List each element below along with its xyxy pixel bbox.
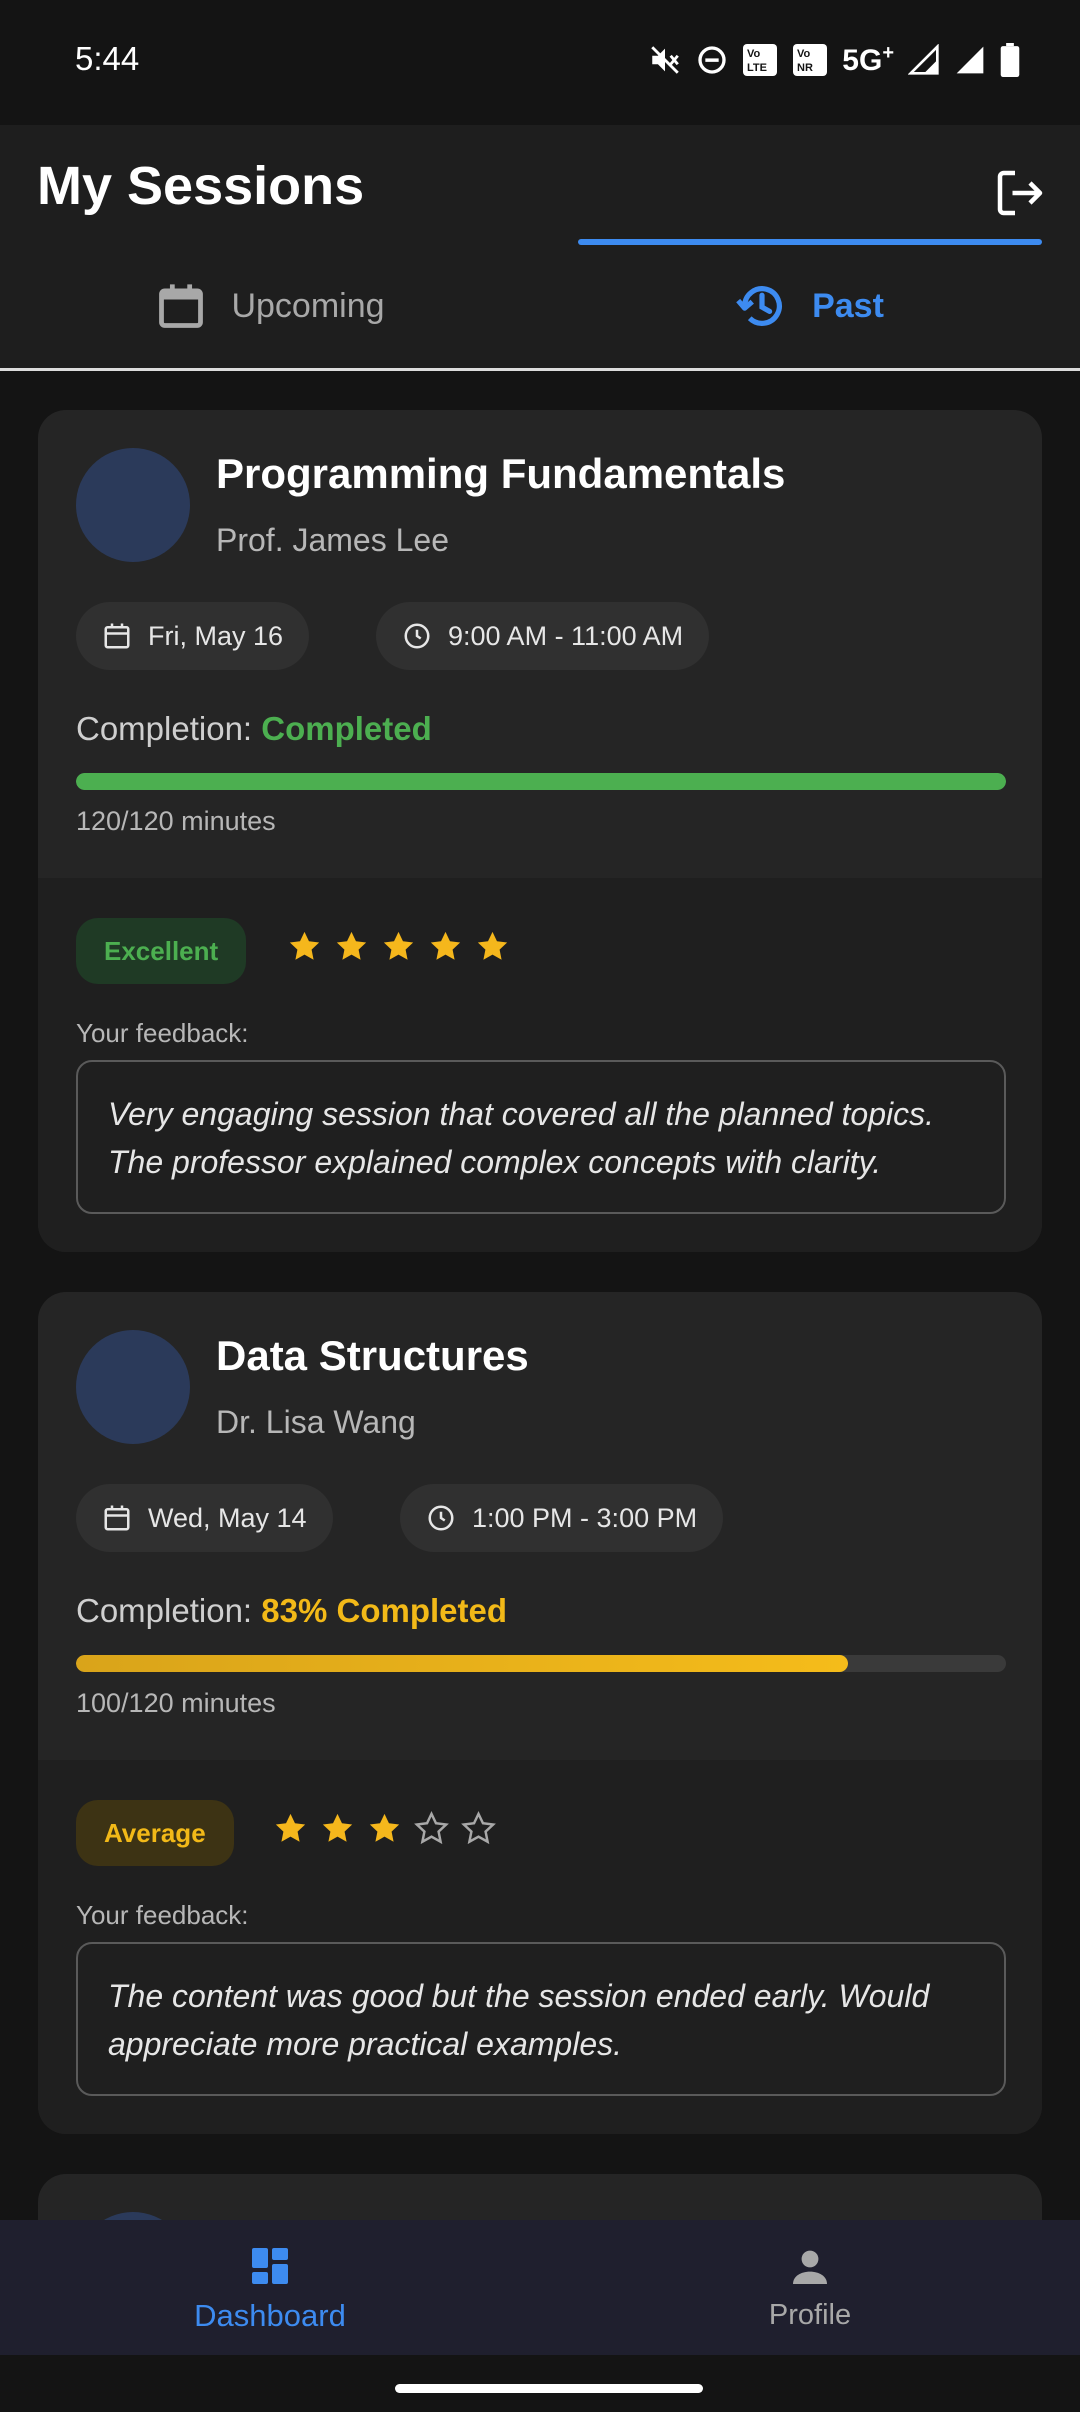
feedback-text: Very engaging session that covered all t…	[76, 1060, 1006, 1214]
session-date: Wed, May 14	[148, 1502, 307, 1533]
calendar-icon	[104, 623, 130, 649]
completion-status: Completed	[261, 710, 432, 747]
volte-text-bottom: LTE	[747, 62, 767, 74]
mute-icon	[648, 43, 682, 77]
completion-text: Completion: 83% Completed	[76, 1592, 507, 1630]
nav-dashboard[interactable]: Dashboard	[0, 2220, 540, 2355]
feedback-label: Your feedback:	[76, 1900, 249, 1930]
session-card[interactable]: Programming Fundamentals Prof. James Lee…	[38, 410, 1042, 1252]
tab-divider	[0, 368, 1080, 371]
avatar	[76, 448, 190, 562]
star-rating	[272, 1810, 497, 1847]
instructor-name: Prof. James Lee	[216, 522, 449, 558]
network-type-plus: +	[882, 42, 894, 64]
completion-label: Completion:	[76, 1592, 253, 1629]
app-bar: My Sessions Upcoming Past	[0, 125, 1080, 370]
star-filled-icon	[477, 931, 508, 960]
time-chip: 1:00 PM - 3:00 PM	[400, 1484, 724, 1552]
star-filled-icon	[289, 931, 320, 960]
vonr-text-bottom: NR	[797, 62, 813, 74]
nav-profile[interactable]: Profile	[540, 2220, 1080, 2355]
completion-label: Completion:	[76, 710, 253, 747]
history-icon	[736, 286, 782, 326]
star-empty-icon	[414, 1810, 449, 1845]
status-time: 5:44	[75, 40, 140, 77]
calendar-icon	[159, 284, 204, 328]
progress-bar	[76, 773, 1006, 790]
status-bar: 5:44 Vo LTE Vo NR 5G+	[0, 0, 1080, 125]
star-filled-icon	[383, 931, 414, 960]
gesture-handle[interactable]	[395, 2384, 703, 2393]
logout-icon	[997, 170, 1043, 216]
time-chip: 9:00 AM - 11:00 AM	[376, 602, 710, 670]
feedback-section: Average Your feedback: The content was g…	[38, 1760, 1042, 2134]
star-empty-icon	[461, 1810, 496, 1845]
vonr-text-top: Vo	[797, 48, 811, 60]
status-icons: Vo LTE Vo NR 5G+	[648, 42, 1020, 78]
minutes-attended: 120/120 minutes	[76, 806, 276, 836]
person-icon	[793, 2250, 827, 2284]
rating-badge: Excellent	[76, 918, 247, 984]
avatar	[76, 1330, 190, 1444]
session-date: Fri, May 16	[148, 620, 284, 651]
session-time: 1:00 PM - 3:00 PM	[472, 1502, 698, 1533]
star-rating	[286, 928, 511, 965]
bottom-navigation: Dashboard Profile	[0, 2220, 1080, 2355]
clock-icon	[428, 1505, 454, 1531]
tab-upcoming-label: Upcoming	[231, 286, 385, 325]
feedback-label: Your feedback:	[76, 1018, 249, 1048]
completion-status: 83% Completed	[261, 1592, 507, 1629]
network-type-label: 5G	[842, 44, 883, 77]
feedback-text: The content was good but the session end…	[76, 1942, 1006, 2096]
rating-badge: Average	[76, 1800, 234, 1866]
calendar-icon	[104, 1505, 130, 1531]
session-card[interactable]: Data Structures Dr. Lisa Wang Wed, May 1…	[38, 1292, 1042, 2134]
clock-icon	[404, 623, 430, 649]
tab-bar: Upcoming Past	[0, 245, 1080, 367]
star-filled-icon	[322, 1813, 353, 1842]
signal-icon-2	[954, 44, 986, 76]
minutes-attended: 100/120 minutes	[76, 1688, 276, 1718]
nav-profile-label: Profile	[768, 2299, 852, 2331]
tab-past[interactable]: Past	[540, 245, 1080, 367]
vonr-icon: Vo NR	[792, 43, 828, 77]
dashboard-icon	[252, 2247, 288, 2284]
session-title: Programming Fundamentals	[216, 450, 786, 497]
date-chip: Fri, May 16	[76, 602, 310, 670]
tab-past-label: Past	[812, 286, 884, 325]
instructor-name: Dr. Lisa Wang	[216, 1404, 416, 1440]
tab-upcoming[interactable]: Upcoming	[0, 245, 540, 367]
progress-fill	[76, 1655, 848, 1672]
session-title: Data Structures	[216, 1332, 529, 1379]
do-not-disturb-icon	[696, 44, 728, 76]
star-filled-icon	[336, 931, 367, 960]
volte-text-top: Vo	[747, 48, 761, 60]
progress-fill	[76, 773, 1006, 790]
volte-icon: Vo LTE	[742, 43, 778, 77]
feedback-section: Excellent Your feedback: Very engaging s…	[38, 878, 1042, 1252]
logout-button[interactable]	[990, 163, 1050, 223]
nav-dashboard-label: Dashboard	[194, 2297, 346, 2333]
signal-icon-1	[908, 44, 940, 76]
date-chip: Wed, May 14	[76, 1484, 333, 1552]
battery-icon	[1000, 43, 1020, 77]
star-filled-icon	[275, 1813, 306, 1842]
progress-bar	[76, 1655, 1006, 1672]
star-filled-icon	[430, 931, 461, 960]
selected-tab-indicator	[578, 239, 1042, 245]
session-time: 9:00 AM - 11:00 AM	[448, 620, 684, 651]
page-title: My Sessions	[37, 156, 365, 216]
star-filled-icon	[369, 1813, 400, 1842]
network-type: 5G+	[842, 42, 894, 78]
completion-text: Completion: Completed	[76, 710, 432, 748]
